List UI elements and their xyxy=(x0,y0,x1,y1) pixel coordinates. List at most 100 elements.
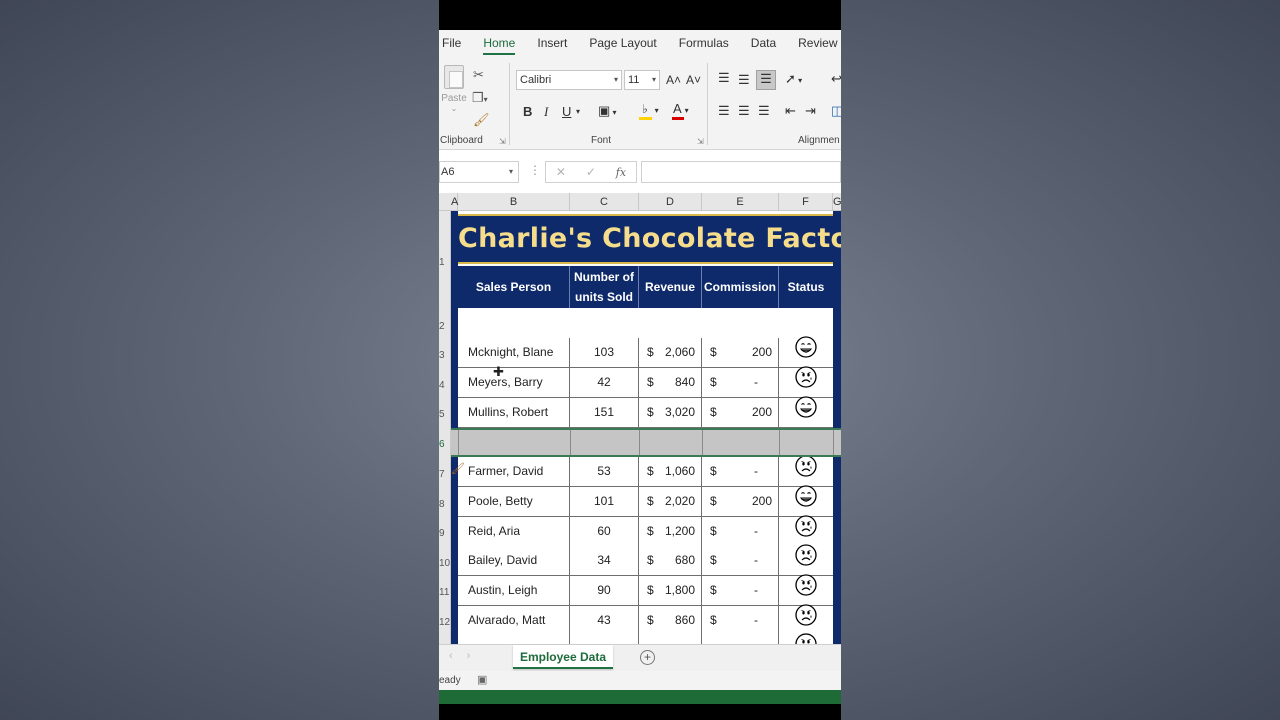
row-header[interactable]: 7 xyxy=(439,469,451,480)
row-header[interactable]: 11 xyxy=(439,587,451,598)
cell-revenue[interactable]: $2,060 xyxy=(639,338,702,367)
column-header-c[interactable]: C xyxy=(570,193,639,211)
cell-status[interactable] xyxy=(779,366,833,397)
cell-commission[interactable]: $- xyxy=(702,368,779,397)
cell-units-sold[interactable]: 34 xyxy=(570,546,639,575)
cell-status[interactable] xyxy=(779,396,833,427)
cut-icon[interactable]: ✂ xyxy=(473,67,484,83)
font-size-dropdown[interactable]: 11 ▾ xyxy=(624,70,660,90)
increase-indent-icon[interactable]: ⇥ xyxy=(805,103,816,119)
cell-units-sold[interactable]: 151 xyxy=(570,398,639,427)
chevron-down-icon[interactable]: ▾ xyxy=(576,104,580,120)
cell-revenue[interactable]: $1,060 xyxy=(639,457,702,486)
insert-options-icon[interactable]: 🖌 xyxy=(451,462,467,476)
cell-sales-person[interactable]: Mcknight, Blane xyxy=(458,338,570,367)
font-name-dropdown[interactable]: Calibri ▾ xyxy=(516,70,622,90)
table-row[interactable]: Farmer, David 53 $1,060 $ - xyxy=(458,455,833,487)
table-row[interactable]: Mcknight, Blane 103 $2,060 $200 xyxy=(458,336,833,368)
row-header[interactable]: 12 xyxy=(439,617,451,628)
cell-commission[interactable]: $- xyxy=(702,457,779,486)
cell-sales-person[interactable]: Farmer, David xyxy=(458,457,570,486)
paste-button[interactable]: Paste ⌄ xyxy=(441,65,467,125)
cell-sales-person[interactable]: Austin, Leigh xyxy=(458,576,570,605)
cell-sales-person[interactable]: Bailey, David xyxy=(458,546,570,575)
align-top-icon[interactable]: ☰ xyxy=(718,70,730,86)
tab-insert[interactable]: Insert xyxy=(526,30,578,57)
cell-units-sold[interactable]: 90 xyxy=(570,576,639,605)
accessibility-icon[interactable]: ▣ xyxy=(477,673,487,686)
inserted-empty-row[interactable] xyxy=(451,428,841,457)
cell-commission[interactable]: $200 xyxy=(702,338,779,367)
cancel-icon[interactable]: ✕ xyxy=(556,165,566,179)
column-header-d[interactable]: D xyxy=(639,193,702,211)
cell-sales-person[interactable]: Meyers, Barry xyxy=(458,368,570,397)
cell-revenue[interactable]: $1,200 xyxy=(639,517,702,546)
cell-revenue[interactable]: $680 xyxy=(639,546,702,575)
cell-revenue[interactable]: $840 xyxy=(639,368,702,397)
table-row[interactable]: Bailey, David 34 $680 $ - xyxy=(458,544,833,576)
cell-commission[interactable]: $200 xyxy=(702,398,779,427)
header-revenue[interactable]: Revenue xyxy=(639,266,702,308)
table-row[interactable]: Alvarado, Matt 43 $860 $ - xyxy=(458,604,833,636)
row-header[interactable]: 1 xyxy=(439,257,451,268)
align-left-icon[interactable]: ☰ xyxy=(718,103,730,119)
grow-font-button[interactable]: A˄ xyxy=(666,72,681,88)
cell-status[interactable] xyxy=(779,544,833,575)
cell-sales-person[interactable]: Mullins, Robert xyxy=(458,398,570,427)
font-color-icon[interactable]: A ▾ xyxy=(672,101,689,120)
cell-sales-person[interactable]: Poole, Betty xyxy=(458,487,570,516)
column-header-e[interactable]: E xyxy=(702,193,779,211)
cell-status[interactable] xyxy=(779,604,833,635)
header-units-sold[interactable]: Number of units Sold xyxy=(570,266,639,308)
header-sales-person[interactable]: Sales Person xyxy=(458,266,570,308)
cell-units-sold[interactable]: 101 xyxy=(570,487,639,516)
cell-commission[interactable]: $200 xyxy=(702,487,779,516)
column-header-b[interactable]: B xyxy=(458,193,570,211)
tab-home[interactable]: Home xyxy=(472,30,526,57)
row-header[interactable]: 10 xyxy=(439,558,451,569)
cell-commission[interactable]: $- xyxy=(702,517,779,546)
cell-units-sold[interactable]: 103 xyxy=(570,338,639,367)
tab-file[interactable]: File xyxy=(439,30,472,57)
table-row[interactable]: Poole, Betty 101 $2,020 $200 xyxy=(458,485,833,517)
orientation-icon[interactable]: ➚ ▾ xyxy=(785,71,802,89)
row-header[interactable]: 8 xyxy=(439,499,451,510)
align-middle-icon[interactable]: ☰ xyxy=(738,72,750,88)
add-sheet-icon[interactable]: + xyxy=(640,650,655,665)
cell-commission[interactable]: $- xyxy=(702,546,779,575)
align-center-icon[interactable]: ☰ xyxy=(738,103,750,119)
cell-revenue[interactable]: $1,800 xyxy=(639,576,702,605)
cell-sales-person[interactable]: Reid, Aria xyxy=(458,517,570,546)
sheet-title[interactable]: Charlie's Chocolate Factory xyxy=(458,214,841,264)
header-commission[interactable]: Commission xyxy=(702,266,779,308)
cell-status[interactable] xyxy=(779,574,833,605)
cell-units-sold[interactable]: 42 xyxy=(570,368,639,397)
column-header-f[interactable]: F xyxy=(779,193,833,211)
table-row[interactable]: Meyers, Barry 42 $840 $ - xyxy=(458,366,833,398)
cell-commission[interactable]: $- xyxy=(702,606,779,635)
cell-units-sold[interactable]: 60 xyxy=(570,517,639,546)
cell-status[interactable] xyxy=(779,455,833,486)
wrap-text-icon[interactable]: ↩ xyxy=(831,71,841,87)
row-header[interactable]: 3 xyxy=(439,350,451,361)
cell-revenue[interactable]: $3,020 xyxy=(639,398,702,427)
cell-revenue[interactable]: $860 xyxy=(639,606,702,635)
row-header-selected[interactable]: 6 xyxy=(439,439,451,450)
cell-status[interactable] xyxy=(779,336,833,367)
sheet-tab-employee-data[interactable]: Employee Data xyxy=(513,645,613,669)
header-status[interactable]: Status xyxy=(779,266,833,308)
name-box[interactable]: A6 ▾ xyxy=(439,161,519,183)
sheet-nav-arrows[interactable]: ‹› xyxy=(449,650,484,662)
bold-button[interactable]: B xyxy=(523,104,532,120)
merge-center-icon[interactable]: ◫ xyxy=(831,103,841,119)
row-header[interactable]: 9 xyxy=(439,528,451,539)
cell-commission[interactable]: $- xyxy=(702,576,779,605)
row-header[interactable]: 4 xyxy=(439,380,451,391)
table-row[interactable]: Austin, Leigh 90 $1,800 $ - xyxy=(458,574,833,606)
align-bottom-icon[interactable]: ☰ xyxy=(756,70,776,90)
cell-status[interactable] xyxy=(779,485,833,516)
table-row[interactable]: Reid, Aria 60 $1,200 $ - xyxy=(458,515,833,547)
table-row[interactable]: Mullins, Robert 151 $3,020 $200 xyxy=(458,396,833,428)
shrink-font-button[interactable]: A˅ xyxy=(686,72,701,88)
italic-button[interactable]: I xyxy=(544,104,548,120)
